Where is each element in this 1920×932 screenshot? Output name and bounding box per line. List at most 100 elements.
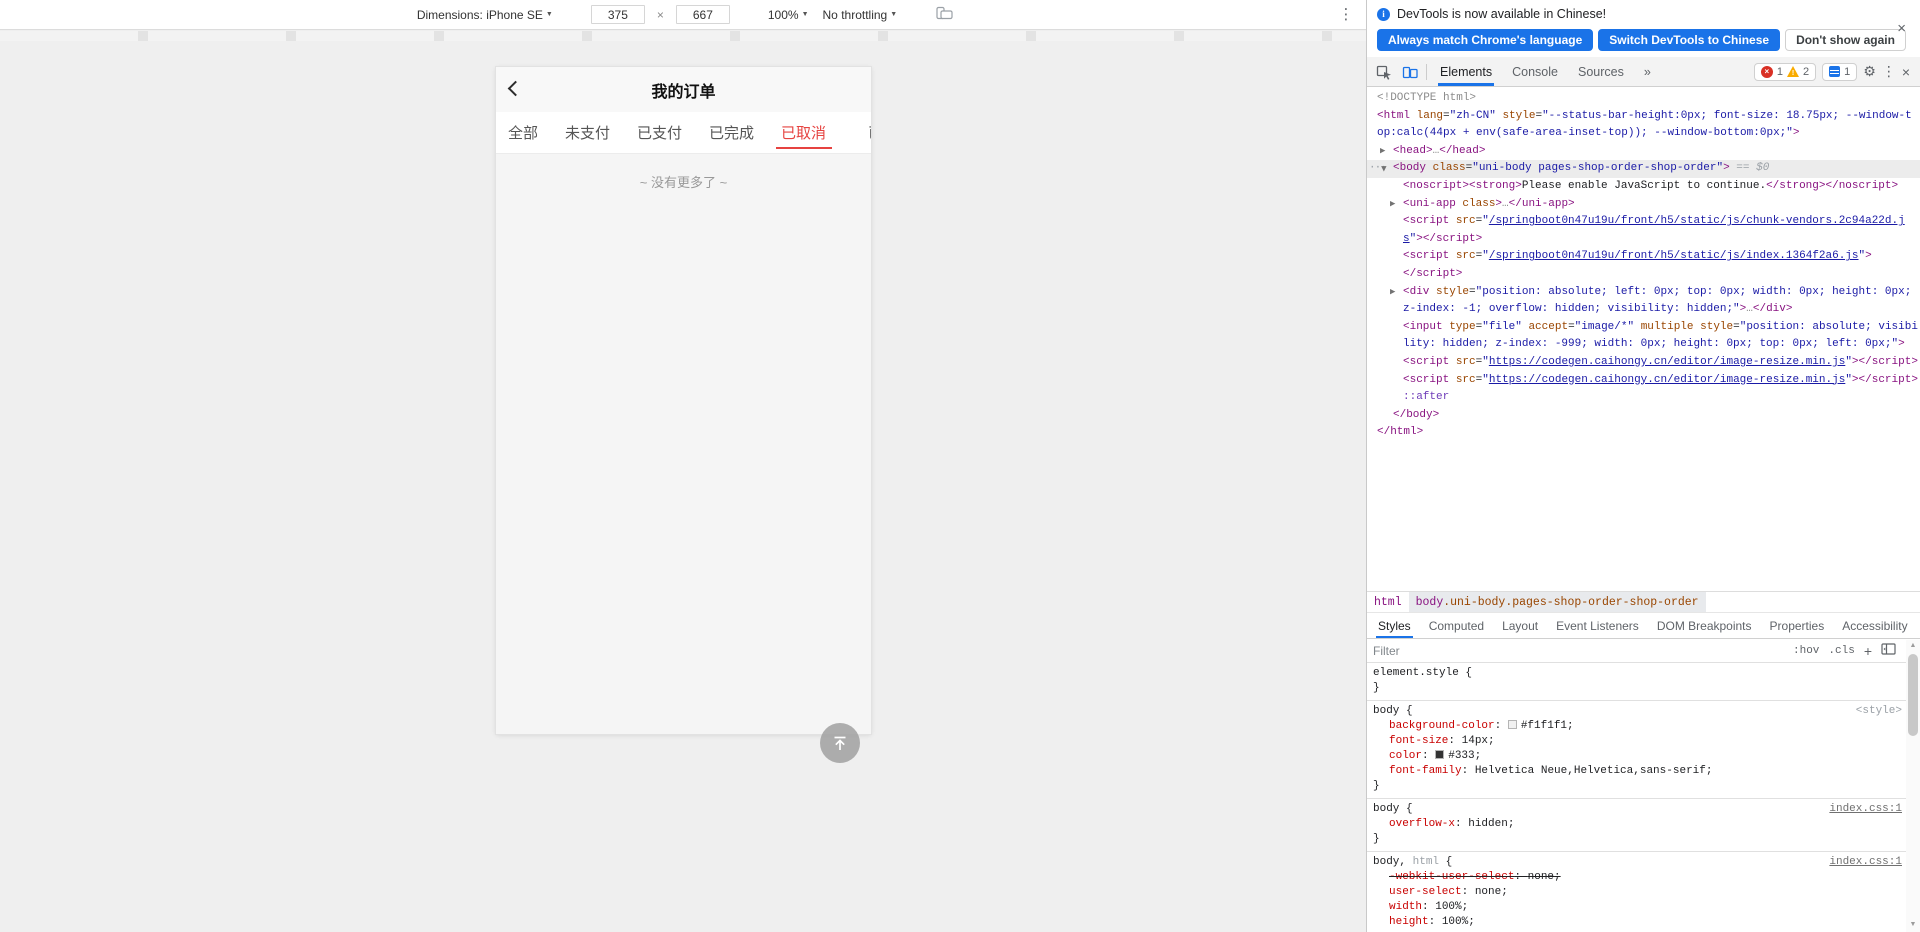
order-tab[interactable]: 已支付 — [637, 112, 682, 153]
rotate-icon[interactable] — [935, 6, 953, 23]
style-rule[interactable]: body {<style>background-color: #f1f1f1;f… — [1367, 701, 1920, 799]
toggle-hover-state[interactable]: :hov — [1793, 645, 1819, 657]
tree-line[interactable]: s"></script> — [1367, 231, 1920, 249]
style-rule[interactable]: body, html {index.css:1-webkit-user-sele… — [1367, 852, 1920, 931]
infobar-button[interactable]: Don't show again — [1785, 29, 1906, 51]
sidebar-layout-toggle-icon[interactable] — [1881, 643, 1896, 658]
collapse-arrow-icon[interactable]: ▶ — [1374, 166, 1392, 171]
tree-line[interactable]: z-index: -1; overflow: hidden; visibilit… — [1367, 301, 1920, 319]
info-icon: i — [1377, 8, 1390, 21]
sidebar-tab[interactable]: Accessibility — [1833, 613, 1916, 638]
tree-line[interactable]: <script src="https://codegen.caihongy.cn… — [1367, 372, 1920, 390]
sidebar-tab[interactable]: DOM Breakpoints — [1648, 613, 1761, 638]
device-select[interactable]: Dimensions: iPhone SE ▼ — [413, 6, 557, 24]
devtools-tab[interactable]: Console — [1502, 57, 1568, 86]
zoom-select[interactable]: 100% ▼ — [764, 6, 813, 24]
devtools-tabbar-tabs: ElementsConsoleSources» — [1430, 57, 1661, 86]
expand-arrow-icon[interactable]: ▶ — [1390, 284, 1395, 302]
sidebar-tab[interactable]: Styles — [1369, 613, 1420, 638]
order-tab[interactable]: 全部 — [508, 112, 538, 153]
scrollbar-thumb[interactable] — [1908, 654, 1918, 736]
sidebar-tab[interactable]: Properties — [1761, 613, 1834, 638]
error-icon: × — [1761, 66, 1773, 78]
css-declaration[interactable]: color: #333; — [1373, 749, 1902, 764]
inspect-element-icon[interactable] — [1371, 60, 1397, 84]
devtools-tab[interactable]: Sources — [1568, 57, 1634, 86]
viewport-width-input[interactable] — [591, 5, 645, 24]
css-declaration[interactable]: width: 100%; — [1373, 900, 1902, 915]
styles-filter-input[interactable] — [1373, 644, 1785, 658]
sidebar-tab[interactable]: Computed — [1420, 613, 1493, 638]
tree-line[interactable]: lity: hidden; z-index: -999; width: 0px;… — [1367, 336, 1920, 354]
expand-arrow-icon[interactable]: ▶ — [1390, 196, 1395, 214]
tree-line[interactable]: <script src="/springboot0n47u19u/front/h… — [1367, 213, 1920, 231]
tree-line[interactable]: </script> — [1367, 266, 1920, 284]
infobar-button[interactable]: Always match Chrome's language — [1377, 29, 1593, 51]
chevron-down-icon: ▼ — [802, 11, 809, 18]
sidebar-tab[interactable]: Layout — [1493, 613, 1547, 638]
tree-line[interactable]: op:calc(44px + env(safe-area-inset-top))… — [1367, 125, 1920, 143]
issues-badge[interactable]: × 1 ! 2 — [1754, 63, 1816, 81]
new-style-rule-icon[interactable]: + — [1864, 643, 1872, 659]
scroll-down-icon[interactable]: ▼ — [1906, 921, 1920, 928]
messages-badge[interactable]: 1 — [1822, 63, 1857, 81]
style-rule[interactable]: element.style {} — [1367, 663, 1920, 701]
infobar-close-icon[interactable]: × — [1897, 22, 1906, 36]
css-declaration[interactable]: overflow-x: hidden; — [1373, 817, 1902, 832]
devtools-close-icon[interactable]: × — [1902, 64, 1910, 80]
tree-line[interactable]: ▶<uni-app class>…</uni-app> — [1367, 196, 1920, 214]
tree-line[interactable]: ▶<head>…</head> — [1367, 143, 1920, 161]
style-origin-label: <style> — [1856, 704, 1902, 719]
breadcrumb-item[interactable]: body.uni-body.pages-shop-order-shop-orde… — [1409, 592, 1706, 612]
device-toolbar-toggle-icon[interactable] — [1397, 60, 1423, 84]
tree-line[interactable]: <input type="file" accept="image/*" mult… — [1367, 319, 1920, 337]
order-tab[interactable]: 已 — [853, 112, 871, 153]
throttling-select[interactable]: No throttling ▼ — [819, 6, 902, 24]
tree-line[interactable]: <noscript><strong>Please enable JavaScri… — [1367, 178, 1920, 196]
css-declaration[interactable]: height: 100%; — [1373, 915, 1902, 930]
devtools-more-menu-icon[interactable]: ⋮ — [1882, 63, 1896, 80]
tree-line[interactable]: ▶<div style="position: absolute; left: 0… — [1367, 284, 1920, 302]
breadcrumb-item[interactable]: html — [1367, 592, 1409, 612]
tree-line[interactable]: <!DOCTYPE html> — [1367, 90, 1920, 108]
settings-gear-icon[interactable]: ⚙ — [1863, 63, 1876, 80]
expand-arrow-icon[interactable]: ▶ — [1380, 143, 1385, 161]
warning-icon: ! — [1787, 66, 1799, 77]
css-declaration[interactable]: font-size: 14px; — [1373, 734, 1902, 749]
order-tab[interactable]: 未支付 — [565, 112, 610, 153]
order-tab[interactable]: 已取消 — [781, 112, 826, 153]
emulation-more-menu-icon[interactable]: ⋮ — [1338, 5, 1354, 23]
scroll-up-icon[interactable]: ▲ — [1906, 642, 1920, 649]
css-declaration[interactable]: -webkit-user-select: none; — [1373, 870, 1902, 885]
infobar-button[interactable]: Switch DevTools to Chinese — [1598, 29, 1780, 51]
tree-line[interactable]: <script src="/springboot0n47u19u/front/h… — [1367, 248, 1920, 266]
tree-line[interactable]: ···▶<body class="uni-body pages-shop-ord… — [1367, 160, 1920, 178]
infobar-buttons: Always match Chrome's languageSwitch Dev… — [1377, 29, 1912, 51]
back-chevron-icon[interactable] — [508, 81, 524, 97]
viewport-height-input[interactable] — [676, 5, 730, 24]
tree-line[interactable]: <html lang="zh-CN" style="--status-bar-h… — [1367, 108, 1920, 126]
order-tab[interactable]: 已完成 — [709, 112, 754, 153]
back-to-top-button[interactable] — [820, 723, 860, 763]
css-declaration[interactable]: background-color: #f1f1f1; — [1373, 719, 1902, 734]
stylesheet-link[interactable]: index.css:1 — [1829, 855, 1902, 870]
stylesheet-link[interactable]: index.css:1 — [1829, 802, 1902, 817]
style-rule[interactable]: body {index.css:1overflow-x: hidden;} — [1367, 799, 1920, 852]
tree-line[interactable]: <script src="https://codegen.caihongy.cn… — [1367, 354, 1920, 372]
color-swatch[interactable] — [1435, 750, 1444, 759]
css-declaration[interactable]: font-family: Helvetica Neue,Helvetica,sa… — [1373, 764, 1902, 779]
tree-line[interactable]: </html> — [1367, 424, 1920, 442]
tree-line[interactable]: ::after — [1367, 389, 1920, 407]
css-declaration[interactable]: user-select: none; — [1373, 885, 1902, 900]
arrow-up-to-top-icon — [830, 733, 850, 753]
message-icon — [1829, 66, 1840, 77]
color-swatch[interactable] — [1508, 720, 1517, 729]
toggle-element-classes[interactable]: .cls — [1828, 645, 1854, 657]
devtools-tab[interactable]: Elements — [1430, 57, 1502, 86]
tree-line[interactable]: </body> — [1367, 407, 1920, 425]
styles-scrollbar[interactable]: ▲ ▼ — [1906, 640, 1920, 932]
no-more-text: ~ 没有更多了 ~ — [496, 154, 871, 191]
devtools-tab[interactable]: » — [1634, 57, 1661, 86]
sidebar-tab[interactable]: Event Listeners — [1547, 613, 1648, 638]
styles-rules-pane: element.style {}body {<style>background-… — [1367, 663, 1920, 931]
